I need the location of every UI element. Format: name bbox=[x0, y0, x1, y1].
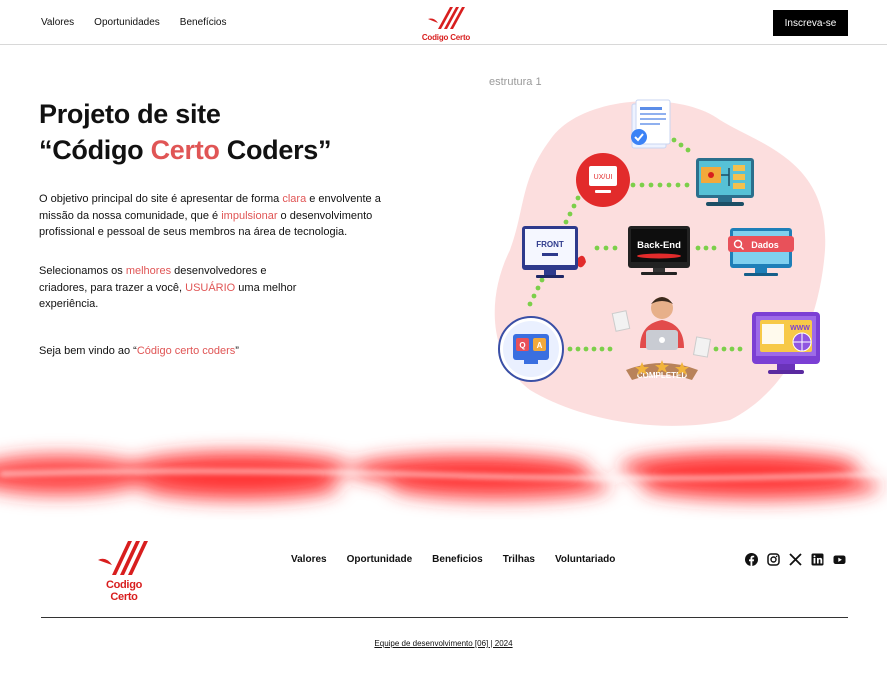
title-quote-close: Coders” bbox=[219, 135, 332, 165]
title-line-1: Projeto de site bbox=[39, 99, 221, 129]
p3-accent: Código certo coders bbox=[136, 345, 236, 357]
p1-text-1: O objetivo principal do site é apresenta… bbox=[39, 193, 283, 205]
documents-icon bbox=[631, 99, 671, 149]
x-icon[interactable] bbox=[789, 553, 802, 566]
red-wave-divider bbox=[0, 452, 887, 500]
intro-paragraph: O objetivo principal do site é apresenta… bbox=[39, 191, 389, 241]
social-links bbox=[745, 553, 846, 566]
logo-slashes-icon bbox=[428, 7, 465, 29]
subscribe-button[interactable]: Inscreva-se bbox=[773, 10, 848, 36]
footer-logo-slashes-icon bbox=[98, 541, 148, 575]
nav-beneficios[interactable]: Benefícios bbox=[180, 17, 227, 28]
facebook-icon[interactable] bbox=[745, 553, 758, 566]
header: Valores Oportunidades Benefícios Codigo … bbox=[0, 0, 887, 45]
p1-accent-1: clara bbox=[282, 193, 307, 205]
www-label: WWW bbox=[790, 325, 810, 332]
title-quote-open: “Código bbox=[39, 135, 151, 165]
structure-illustration: UX/UI FRONT Back-End Dados Q A COMPLETED… bbox=[494, 99, 826, 426]
page-title: Projeto de site “Código Certo Coders” bbox=[39, 96, 332, 168]
nav-oportunidades[interactable]: Oportunidades bbox=[94, 17, 160, 28]
backend-label: Back-End bbox=[637, 240, 681, 251]
ux-ui-label: UX/UI bbox=[594, 174, 613, 181]
footer-nav: Valores Oportunidade Beneficios Trilhas … bbox=[291, 554, 615, 565]
instagram-icon[interactable] bbox=[767, 553, 780, 566]
logo-text: Codigo Certo bbox=[421, 33, 471, 42]
footer-nav-valores[interactable]: Valores bbox=[291, 554, 327, 565]
front-label: FRONT bbox=[536, 240, 564, 249]
footer-nav-oportunidade[interactable]: Oportunidade bbox=[347, 554, 413, 565]
data-label: Dados bbox=[751, 240, 779, 250]
ux-ui-icon: UX/UI bbox=[576, 153, 630, 207]
footer-credit: Equipe de desenvolvimento [06] | 2024 bbox=[0, 639, 887, 648]
p1-accent-2: impulsionar bbox=[221, 209, 278, 222]
footer-nav-beneficios[interactable]: Beneficios bbox=[432, 554, 483, 565]
p3-text-1: Seja bem vindo ao “ bbox=[39, 345, 137, 357]
p3-text-2: ” bbox=[235, 345, 239, 357]
footer-nav-voluntariado[interactable]: Voluntariado bbox=[555, 554, 615, 565]
structure-caption: estrutura 1 bbox=[489, 76, 542, 88]
linkedin-icon[interactable] bbox=[811, 553, 824, 566]
footer-nav-trilhas[interactable]: Trilhas bbox=[503, 554, 535, 565]
p2-text-1: Selecionamos os bbox=[39, 265, 126, 277]
header-logo[interactable]: Codigo Certo bbox=[420, 5, 472, 43]
credit-link[interactable]: Equipe de desenvolvimento [06] | 2024 bbox=[374, 639, 512, 648]
qa-icon: Q A bbox=[498, 316, 564, 382]
svg-text:Q: Q bbox=[519, 341, 525, 350]
top-nav: Valores Oportunidades Benefícios bbox=[41, 17, 226, 28]
svg-text:A: A bbox=[537, 341, 543, 350]
footer-logo-text: Codigo Certo bbox=[105, 579, 143, 603]
backend-monitor-icon: Back-End bbox=[628, 226, 690, 275]
nav-valores[interactable]: Valores bbox=[41, 17, 74, 28]
footer-logo[interactable]: Codigo Certo bbox=[92, 538, 156, 603]
youtube-icon[interactable] bbox=[833, 553, 846, 566]
p2-accent-2: USUÁRIO bbox=[185, 281, 236, 294]
p2-accent-1: melhores bbox=[125, 265, 172, 277]
welcome-paragraph: Seja bem vindo ao “Código certo coders” bbox=[39, 343, 299, 360]
footer-divider bbox=[41, 617, 848, 618]
title-accent: Certo bbox=[150, 135, 220, 165]
selection-paragraph: Selecionamos os melhores desenvolvedores… bbox=[39, 263, 299, 313]
